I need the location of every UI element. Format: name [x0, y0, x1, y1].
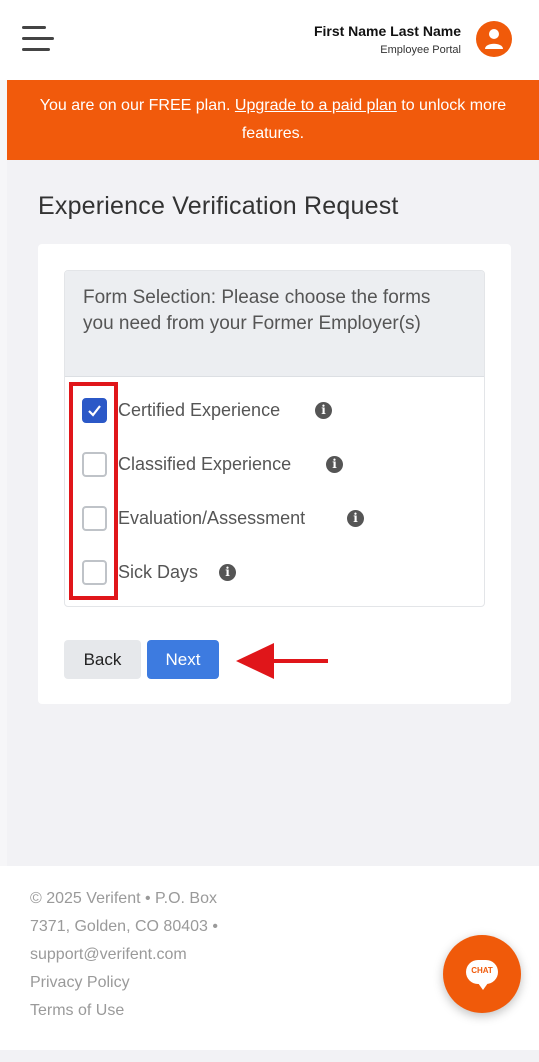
footer-address: 7371, Golden, CO 80403 •: [30, 918, 218, 935]
page-title: Experience Verification Request: [38, 192, 399, 220]
chat-button[interactable]: CHAT: [443, 935, 521, 1013]
back-button[interactable]: Back: [64, 640, 141, 679]
upgrade-link[interactable]: Upgrade to a paid plan: [235, 97, 397, 114]
footer-copyright: © 2025 Verifent • P.O. Box: [30, 890, 217, 907]
privacy-policy-link[interactable]: Privacy Policy: [30, 974, 130, 992]
form-selection-panel: Form Selection: Please choose the forms …: [64, 270, 485, 607]
user-info: First Name Last Name Employee Portal: [314, 22, 461, 58]
bottom-strip: [0, 1050, 539, 1062]
hamburger-menu-icon[interactable]: [22, 26, 54, 54]
classified-experience-label: Classified Experience: [118, 454, 292, 474]
info-icon[interactable]: i: [326, 456, 343, 473]
info-icon[interactable]: i: [315, 402, 332, 419]
plan-banner: You are on our FREE plan. Upgrade to a p…: [7, 80, 539, 160]
user-name: First Name Last Name: [313, 23, 461, 39]
terms-of-use-link[interactable]: Terms of Use: [30, 1002, 124, 1020]
checkbox-highlight-box: [69, 382, 118, 600]
footer-email-link[interactable]: support@verifent.com: [30, 946, 187, 964]
next-button[interactable]: Next: [147, 640, 219, 679]
chat-bubble-icon: CHAT: [466, 960, 498, 990]
form-selection-heading: Form Selection: Please choose the forms …: [65, 271, 484, 377]
user-avatar-icon[interactable]: [476, 21, 512, 57]
evaluation-assessment-label: Evaluation/Assessment: [118, 508, 306, 528]
info-icon[interactable]: i: [347, 510, 364, 527]
banner-text-before: You are on our FREE plan.: [39, 97, 235, 114]
info-icon[interactable]: i: [219, 564, 236, 581]
chat-label: CHAT: [471, 966, 493, 975]
sick-days-label: Sick Days: [118, 562, 199, 582]
user-subtitle: Employee Portal: [380, 44, 461, 56]
app-header: First Name Last Name Employee Portal: [0, 0, 539, 80]
arrow-left-icon: [236, 643, 328, 679]
certified-experience-label: Certified Experience: [118, 400, 281, 420]
